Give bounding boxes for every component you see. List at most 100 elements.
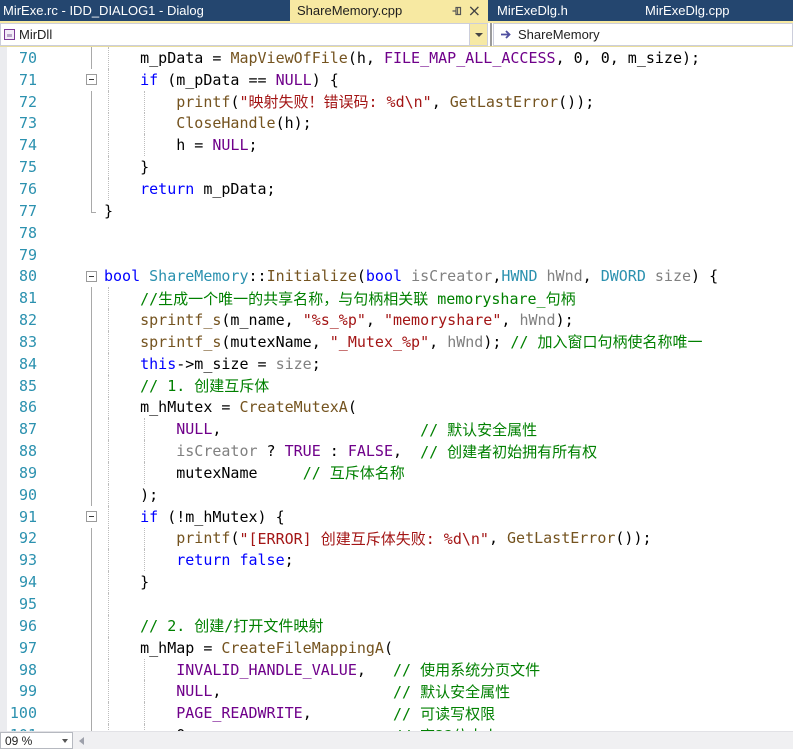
fold-marker (84, 244, 100, 266)
code-line-row: 99 NULL, // 默认安全属性 (0, 680, 793, 702)
code-token (104, 114, 176, 132)
code-token: // 使用系统分页文件 (393, 659, 540, 680)
member-dropdown[interactable]: ShareMemory (493, 23, 793, 46)
code-line[interactable]: //生成一个唯一的共享名称，与句柄相关联 memoryshare_句柄 (100, 287, 793, 309)
fold-marker (84, 549, 100, 571)
tab-mirexe-rc-dialog[interactable]: MirExe.rc - IDD_DIALOG1 - Dialog (0, 0, 290, 21)
code-token: "映射失败！错误码: %d\n" (239, 91, 431, 112)
code-token: printf (176, 529, 230, 547)
line-number: 95 (0, 595, 50, 613)
code-line[interactable]: h = NULL; (100, 134, 793, 156)
code-line[interactable]: } (100, 156, 793, 178)
code-token: HWND (501, 267, 537, 285)
code-line[interactable]: if (!m_hMutex) { (100, 506, 793, 528)
code-line[interactable]: mutexName // 互斥体名称 (100, 462, 793, 484)
horizontal-scrollbar[interactable] (90, 732, 793, 749)
code-token: mutexName (104, 464, 303, 482)
fold-marker (84, 571, 100, 593)
code-token: , (489, 529, 507, 547)
tab-sharememory-cpp[interactable]: ShareMemory.cpp × (290, 0, 488, 21)
indent-guide (108, 287, 109, 309)
fold-marker (84, 680, 100, 702)
code-token: ()); (615, 529, 651, 547)
code-line[interactable]: sprintf_s(m_name, "%s_%p", "memoryshare"… (100, 309, 793, 331)
close-icon[interactable]: × (468, 4, 481, 18)
indent-guide (144, 91, 145, 113)
code-token (104, 333, 140, 351)
code-token: , (492, 267, 501, 285)
code-token (104, 71, 140, 89)
code-line[interactable]: sprintf_s(mutexName, "_Mutex_%p", hWnd);… (100, 331, 793, 353)
line-number: 77 (0, 202, 50, 220)
line-number: 71 (0, 71, 50, 89)
code-token: // 可读写权限 (393, 703, 495, 724)
code-line[interactable]: m_pData = MapViewOfFile(h, FILE_MAP_ALL_… (100, 47, 793, 69)
line-number: 75 (0, 158, 50, 176)
code-line[interactable]: // 1. 创建互斥体 (100, 375, 793, 397)
fold-marker (84, 615, 100, 637)
code-line[interactable]: NULL, // 默认安全属性 (100, 680, 793, 702)
code-line[interactable]: return false; (100, 549, 793, 571)
code-line[interactable]: this->m_size = size; (100, 353, 793, 375)
code-line[interactable]: PAGE_READWRITE, // 可读写权限 (100, 702, 793, 724)
code-line[interactable]: // 2. 创建/打开文件映射 (100, 615, 793, 637)
tab-mirexedlg-h[interactable]: MirExeDlg.h (488, 0, 645, 21)
code-line[interactable]: m_hMutex = CreateMutexA( (100, 397, 793, 419)
fold-marker (84, 287, 100, 309)
code-token (646, 267, 655, 285)
indent-guide (108, 506, 109, 528)
code-token: , (501, 311, 519, 329)
code-line[interactable]: } (100, 571, 793, 593)
code-line[interactable]: isCreator ? TRUE : FALSE, // 创建者初始拥有所有权 (100, 440, 793, 462)
zoom-level-select[interactable]: 09 % (0, 732, 73, 749)
project-dropdown-button[interactable] (470, 23, 488, 46)
code-line[interactable]: bool ShareMemory::Initialize(bool isCrea… (100, 265, 793, 287)
code-line-row: 87 NULL, // 默认安全属性 (0, 418, 793, 440)
code-line[interactable]: } (100, 200, 793, 222)
code-line-row: 76 return m_pData; (0, 178, 793, 200)
code-line[interactable]: m_hMap = CreateFileMappingA( (100, 637, 793, 659)
indent-guide (108, 113, 109, 135)
fold-collapse-button[interactable] (84, 265, 100, 287)
pin-icon[interactable] (451, 5, 463, 17)
code-line[interactable] (100, 244, 793, 266)
fold-collapse-button[interactable] (84, 69, 100, 91)
line-number: 85 (0, 377, 50, 395)
code-line[interactable]: if (m_pData == NULL) { (100, 69, 793, 91)
code-line[interactable]: printf("[ERROR] 创建互斥体失败: %d\n", GetLastE… (100, 528, 793, 550)
project-dropdown[interactable]: MirDll (0, 23, 470, 46)
code-token: GetLastError (507, 529, 615, 547)
code-line[interactable] (100, 222, 793, 244)
code-token: hWnd (519, 311, 555, 329)
line-number: 82 (0, 311, 50, 329)
code-token: //生成一个唯一的共享名称，与句柄相关联 memoryshare_句柄 (140, 288, 575, 309)
code-editor[interactable]: 70 m_pData = MapViewOfFile(h, FILE_MAP_A… (0, 47, 793, 731)
fold-marker (84, 397, 100, 419)
code-line[interactable]: CloseHandle(h); (100, 113, 793, 135)
code-line[interactable]: 0, // 高32位大小 (100, 724, 793, 731)
fold-collapse-button[interactable] (84, 506, 100, 528)
code-line-row: 100 PAGE_READWRITE, // 可读写权限 (0, 702, 793, 724)
line-number: 78 (0, 224, 50, 242)
code-token: : (321, 442, 348, 460)
code-line[interactable]: INVALID_HANDLE_VALUE, // 使用系统分页文件 (100, 659, 793, 681)
indent-guide (108, 69, 109, 91)
code-token: } (104, 158, 149, 176)
code-line[interactable]: return m_pData; (100, 178, 793, 200)
code-line[interactable]: printf("映射失败！错误码: %d\n", GetLastError())… (100, 91, 793, 113)
fold-marker (84, 702, 100, 724)
breakpoint-margin[interactable] (0, 47, 7, 731)
indent-guide (108, 91, 109, 113)
code-token (104, 508, 140, 526)
scroll-left-button[interactable] (73, 732, 90, 749)
code-token: NULL (176, 420, 212, 438)
code-line[interactable] (100, 593, 793, 615)
fold-marker (84, 91, 100, 113)
fold-marker (84, 375, 100, 397)
code-line[interactable]: NULL, // 默认安全属性 (100, 418, 793, 440)
line-number: 74 (0, 136, 50, 154)
tab-mirexedlg-cpp[interactable]: MirExeDlg.cpp (645, 0, 793, 21)
code-line[interactable]: ); (100, 484, 793, 506)
goto-arrow-icon (500, 29, 513, 40)
fold-marker (84, 440, 100, 462)
